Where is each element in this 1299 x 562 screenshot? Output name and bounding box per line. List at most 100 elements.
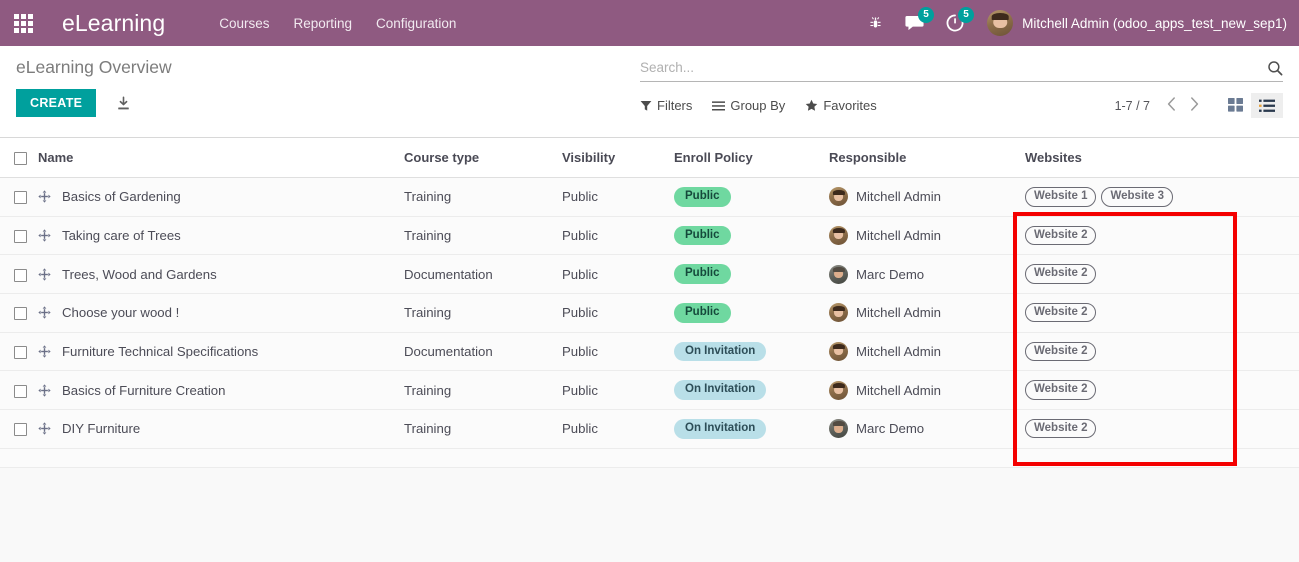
cell-course-type[interactable]: Documentation: [404, 332, 562, 371]
row-checkbox[interactable]: [14, 269, 27, 282]
cell-name[interactable]: Basics of Furniture Creation: [38, 371, 404, 410]
cell-websites[interactable]: Website 2: [1025, 255, 1237, 294]
cell-visibility[interactable]: Public: [562, 409, 674, 448]
course-name-label: DIY Furniture: [62, 421, 140, 436]
cell-enroll-policy[interactable]: Public: [674, 293, 829, 332]
menu-item-configuration[interactable]: Configuration: [364, 10, 468, 37]
column-header-websites[interactable]: Websites: [1025, 138, 1237, 178]
cell-enroll-policy[interactable]: On Invitation: [674, 409, 829, 448]
table-row[interactable]: Furniture Technical SpecificationsDocume…: [0, 332, 1299, 371]
search-input[interactable]: [640, 58, 1267, 77]
column-header-responsible[interactable]: Responsible: [829, 138, 1025, 178]
cell-enroll-policy[interactable]: Public: [674, 255, 829, 294]
search-icon[interactable]: [1267, 60, 1283, 76]
drag-move-icon[interactable]: [38, 384, 51, 397]
cell-visibility[interactable]: Public: [562, 216, 674, 255]
cell-course-type[interactable]: Training: [404, 216, 562, 255]
debug-menu-toggle[interactable]: [857, 0, 894, 46]
cell-websites[interactable]: Website 2: [1025, 216, 1237, 255]
table-row[interactable]: Taking care of TreesTrainingPublicPublic…: [0, 216, 1299, 255]
cell-websites[interactable]: Website 2: [1025, 293, 1237, 332]
table-row[interactable]: Trees, Wood and GardensDocumentationPubl…: [0, 255, 1299, 294]
select-all-checkbox[interactable]: [14, 152, 27, 165]
avatar: [829, 265, 848, 284]
column-header-enroll-policy[interactable]: Enroll Policy: [674, 138, 829, 178]
filters-dropdown[interactable]: Filters: [640, 96, 692, 115]
cell-websites[interactable]: Website 2: [1025, 409, 1237, 448]
cell-responsible[interactable]: Mitchell Admin: [829, 371, 1025, 410]
menu-item-reporting[interactable]: Reporting: [282, 10, 365, 37]
cell-responsible[interactable]: Mitchell Admin: [829, 216, 1025, 255]
search-bar[interactable]: [640, 58, 1283, 82]
cell-responsible[interactable]: Marc Demo: [829, 255, 1025, 294]
apps-menu-toggle[interactable]: [0, 0, 46, 46]
view-button-list[interactable]: [1251, 93, 1283, 118]
cell-name[interactable]: DIY Furniture: [38, 409, 404, 448]
messages-count-badge: 5: [918, 7, 934, 23]
drag-move-icon[interactable]: [38, 422, 51, 435]
cell-websites[interactable]: Website 2: [1025, 371, 1237, 410]
responsible-label: Marc Demo: [856, 421, 924, 436]
drag-move-icon: [38, 422, 51, 435]
cell-enroll-policy[interactable]: Public: [674, 178, 829, 217]
cell-visibility[interactable]: Public: [562, 178, 674, 217]
cell-visibility[interactable]: Public: [562, 255, 674, 294]
column-header-visibility[interactable]: Visibility: [562, 138, 674, 178]
pager-previous-button[interactable]: [1160, 95, 1183, 117]
export-button[interactable]: [110, 92, 137, 115]
column-header-course-type[interactable]: Course type: [404, 138, 562, 178]
drag-move-icon[interactable]: [38, 345, 51, 358]
cell-course-type[interactable]: Training: [404, 409, 562, 448]
cell-visibility[interactable]: Public: [562, 332, 674, 371]
footer-cell: [0, 448, 38, 467]
table-row[interactable]: DIY Furniture TrainingPublicOn Invitation…: [0, 409, 1299, 448]
pager-next-button[interactable]: [1183, 95, 1206, 117]
table-row[interactable]: Choose your wood !TrainingPublicPublicMi…: [0, 293, 1299, 332]
cell-spacer: [1237, 255, 1299, 294]
row-checkbox[interactable]: [14, 385, 27, 398]
drag-move-icon[interactable]: [38, 229, 51, 242]
messaging-menu-toggle[interactable]: 5: [894, 0, 935, 46]
cell-enroll-policy[interactable]: Public: [674, 216, 829, 255]
table-row[interactable]: Basics of GardeningTrainingPublicPublicM…: [0, 178, 1299, 217]
cell-name[interactable]: Taking care of Trees: [38, 216, 404, 255]
cell-name[interactable]: Basics of Gardening: [38, 178, 404, 217]
user-menu-toggle[interactable]: Mitchell Admin (odoo_apps_test_new_sep1): [975, 10, 1287, 36]
cell-name[interactable]: Furniture Technical Specifications: [38, 332, 404, 371]
create-button[interactable]: CREATE: [16, 89, 96, 117]
cell-name[interactable]: Trees, Wood and Gardens: [38, 255, 404, 294]
cell-responsible[interactable]: Marc Demo: [829, 409, 1025, 448]
cell-enroll-policy[interactable]: On Invitation: [674, 371, 829, 410]
row-checkbox[interactable]: [14, 346, 27, 359]
drag-move-icon[interactable]: [38, 268, 51, 281]
cell-spacer: [1237, 178, 1299, 217]
cell-websites[interactable]: Website 1Website 3: [1025, 178, 1237, 217]
row-checkbox[interactable]: [14, 307, 27, 320]
view-button-kanban[interactable]: [1220, 93, 1251, 118]
drag-move-icon: [38, 306, 51, 319]
column-header-name[interactable]: Name: [38, 138, 404, 178]
cell-visibility[interactable]: Public: [562, 293, 674, 332]
drag-move-icon[interactable]: [38, 306, 51, 319]
cell-name[interactable]: Choose your wood !: [38, 293, 404, 332]
row-checkbox[interactable]: [14, 191, 27, 204]
cell-responsible[interactable]: Mitchell Admin: [829, 332, 1025, 371]
group-by-dropdown[interactable]: Group By: [712, 96, 785, 115]
cell-websites[interactable]: Website 2: [1025, 332, 1237, 371]
activity-menu-toggle[interactable]: 5: [935, 0, 975, 46]
row-checkbox[interactable]: [14, 230, 27, 243]
cell-enroll-policy[interactable]: On Invitation: [674, 332, 829, 371]
cell-visibility[interactable]: Public: [562, 371, 674, 410]
row-checkbox[interactable]: [14, 423, 27, 436]
cell-responsible[interactable]: Mitchell Admin: [829, 178, 1025, 217]
cell-course-type[interactable]: Training: [404, 293, 562, 332]
table-row[interactable]: Basics of Furniture CreationTrainingPubl…: [0, 371, 1299, 410]
cell-course-type[interactable]: Training: [404, 178, 562, 217]
favorites-dropdown[interactable]: Favorites: [805, 96, 876, 115]
drag-move-icon[interactable]: [38, 190, 51, 203]
cell-course-type[interactable]: Documentation: [404, 255, 562, 294]
app-brand-elearning[interactable]: eLearning: [62, 10, 165, 37]
cell-responsible[interactable]: Mitchell Admin: [829, 293, 1025, 332]
cell-course-type[interactable]: Training: [404, 371, 562, 410]
menu-item-courses[interactable]: Courses: [207, 10, 281, 37]
